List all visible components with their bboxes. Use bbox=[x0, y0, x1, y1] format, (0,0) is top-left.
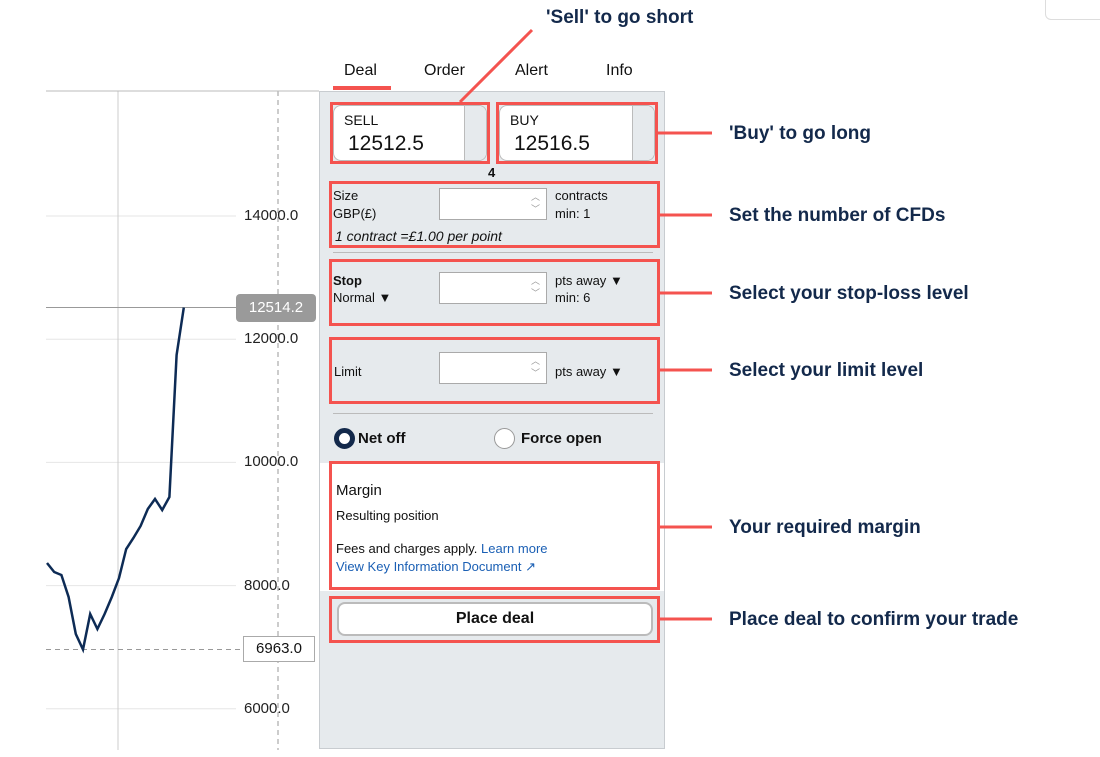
annotation-sell: 'Sell' to go short bbox=[546, 7, 694, 28]
annotation-size: Set the number of CFDs bbox=[729, 205, 946, 226]
annotation-buy: 'Buy' to go long bbox=[729, 123, 872, 144]
annotation-place-deal: Place deal to confirm your trade bbox=[729, 609, 1019, 630]
annotation-connectors bbox=[458, 28, 712, 621]
annotation-limit: Select your limit level bbox=[729, 360, 924, 381]
annotation-stop: Select your stop-loss level bbox=[729, 283, 969, 304]
corner-widget bbox=[1045, 0, 1100, 20]
annotation-margin: Your required margin bbox=[729, 517, 921, 538]
